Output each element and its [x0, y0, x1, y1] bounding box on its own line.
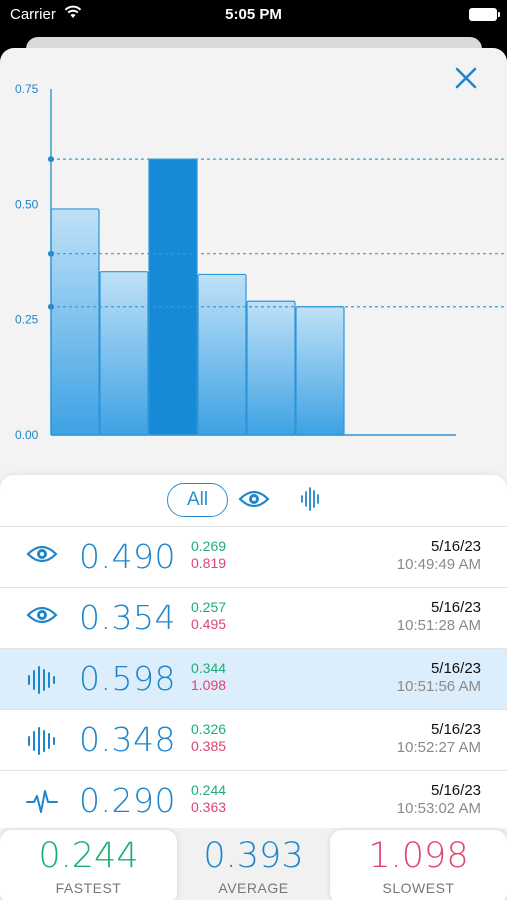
- chart-bar: [148, 158, 198, 436]
- result-time: 10:49:49 AM: [396, 556, 481, 573]
- result-row[interactable]: 0.348 0.326 0.385 5/16/23 10:52:27 AM: [0, 710, 507, 771]
- fastest-card: 0.244 FASTEST: [0, 830, 177, 900]
- results-sheet: 0.00 0.25 0.50 0.75 All 0.490 0.269 0.81…: [0, 48, 507, 900]
- filter-wave-button[interactable]: [300, 487, 322, 516]
- result-max: 0.385: [191, 738, 227, 754]
- waveform-icon[interactable]: [300, 487, 322, 511]
- result-max: 1.098: [191, 677, 227, 693]
- stats-footer: 0.244 FASTEST 0.393 AVERAGE 1.098 SLOWES…: [0, 828, 507, 900]
- result-time: 10:51:28 AM: [396, 617, 481, 634]
- pulse-icon: [26, 787, 58, 822]
- fastest-label: FASTEST: [55, 880, 122, 896]
- y-tick-label: 0.75: [15, 82, 39, 96]
- y-tick-label: 0.25: [15, 313, 39, 327]
- slowest-value: 1.098: [368, 836, 469, 876]
- fastest-value: 0.244: [38, 836, 139, 876]
- result-value: 0.598: [79, 659, 176, 698]
- chart-bar: [99, 271, 149, 436]
- close-button[interactable]: [451, 63, 481, 93]
- result-row[interactable]: 0.354 0.257 0.495 5/16/23 10:51:28 AM: [0, 588, 507, 649]
- slowest-label: SLOWEST: [382, 880, 455, 896]
- result-value: 0.348: [79, 720, 176, 759]
- result-date: 5/16/23: [430, 721, 481, 738]
- result-value: 0.290: [79, 781, 176, 820]
- result-min: 0.269: [191, 538, 227, 554]
- clock: 5:05 PM: [225, 6, 282, 23]
- result-date: 5/16/23: [430, 599, 481, 616]
- result-min: 0.344: [191, 660, 227, 676]
- status-bar: Carrier 5:05 PM: [0, 0, 507, 30]
- result-min: 0.326: [191, 721, 227, 737]
- result-max: 0.495: [191, 616, 227, 632]
- slowest-card: 1.098 SLOWEST: [330, 830, 507, 900]
- average-label: AVERAGE: [218, 880, 289, 896]
- eye-icon[interactable]: [238, 488, 270, 510]
- result-time: 10:52:27 AM: [396, 739, 481, 756]
- filter-eye-button[interactable]: [238, 488, 270, 515]
- result-row[interactable]: 0.290 0.244 0.363 5/16/23 10:53:02 AM: [0, 771, 507, 832]
- close-icon[interactable]: [451, 63, 481, 93]
- y-tick-label: 0.00: [15, 428, 39, 442]
- filter-all-button[interactable]: All: [167, 483, 228, 517]
- eye-icon: [26, 604, 58, 631]
- result-min: 0.257: [191, 599, 227, 615]
- result-date: 5/16/23: [430, 782, 481, 799]
- waveform-icon: [26, 726, 56, 761]
- results-chart: 0.00 0.25 0.50 0.75: [0, 48, 507, 478]
- filter-bar: All: [0, 475, 507, 527]
- chart-bar: [246, 300, 296, 436]
- result-value: 0.354: [79, 598, 176, 637]
- average-value: 0.393: [203, 836, 304, 876]
- result-date: 5/16/23: [430, 538, 481, 555]
- result-max: 0.363: [191, 799, 227, 815]
- result-value: 0.490: [79, 537, 176, 576]
- y-tick-label: 0.50: [15, 197, 39, 211]
- battery-icon: [469, 8, 500, 21]
- result-row[interactable]: 0.490 0.269 0.819 5/16/23 10:49:49 AM: [0, 527, 507, 588]
- result-min: 0.244: [191, 782, 227, 798]
- result-time: 10:53:02 AM: [396, 800, 481, 817]
- average-card: 0.393 AVERAGE: [177, 830, 330, 900]
- eye-icon: [26, 543, 58, 570]
- bar-chart: 0.00 0.25 0.50 0.75: [15, 82, 507, 442]
- waveform-icon: [26, 665, 56, 700]
- chart-bar: [295, 306, 345, 436]
- chart-bar: [197, 273, 247, 436]
- result-row[interactable]: 0.598 0.344 1.098 5/16/23 10:51:56 AM: [0, 649, 507, 710]
- result-date: 5/16/23: [430, 660, 481, 677]
- result-max: 0.819: [191, 555, 227, 571]
- chart-bar: [50, 208, 100, 436]
- result-time: 10:51:56 AM: [396, 678, 481, 695]
